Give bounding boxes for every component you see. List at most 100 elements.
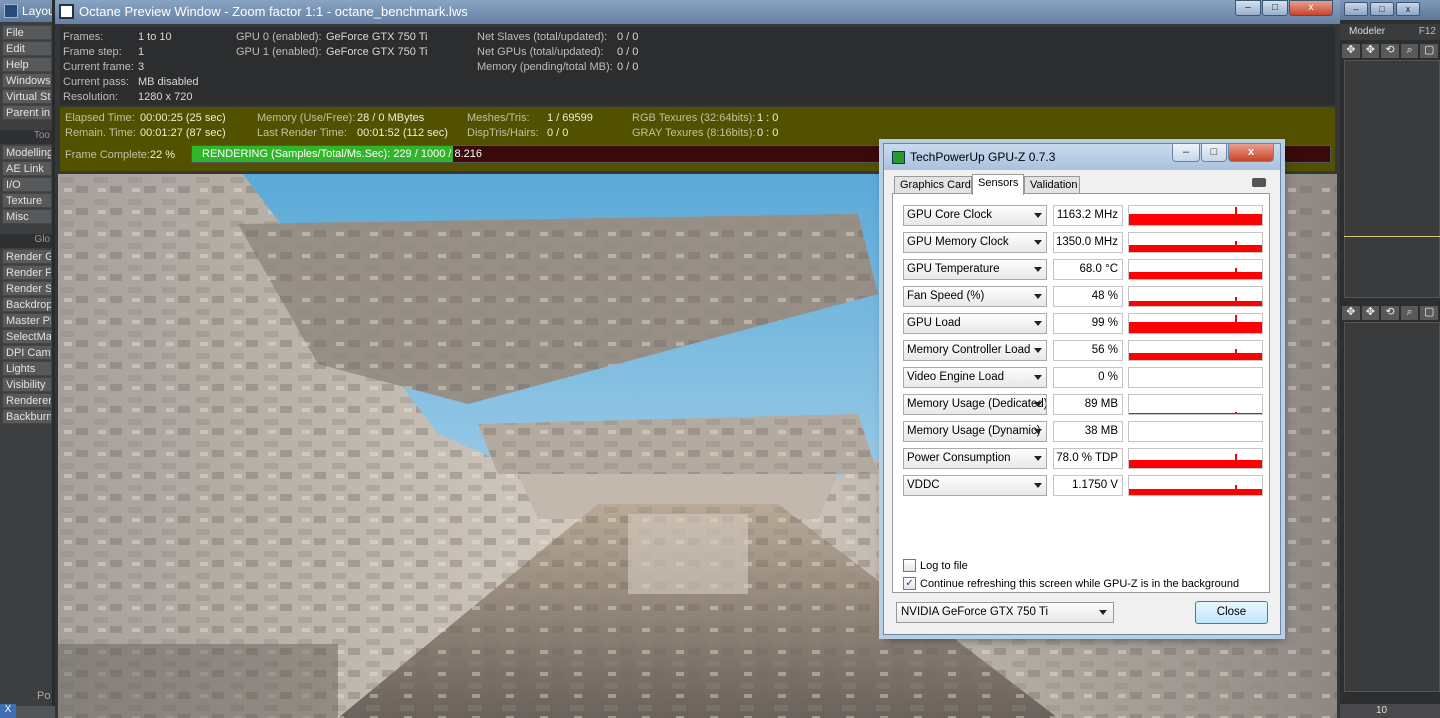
sensor-select[interactable]: Memory Usage (Dynamic): [903, 421, 1047, 442]
remaining-time-label: Remain. Time:: [65, 127, 136, 139]
sensor-select[interactable]: Memory Usage (Dedicated): [903, 394, 1047, 415]
modeler-bar: Modeler F12: [1340, 24, 1440, 40]
modeler-viewport-bottom[interactable]: [1344, 322, 1440, 692]
global-item[interactable]: Backburn: [2, 409, 52, 424]
log-to-file-checkbox[interactable]: [903, 559, 916, 572]
sensor-select[interactable]: GPU Temperature: [903, 259, 1047, 280]
octane-minimize-button[interactable]: –: [1235, 0, 1261, 16]
layout-titlebar: Layout: [0, 0, 52, 22]
global-item[interactable]: Lights: [2, 361, 52, 376]
sensor-graph-fill: [1129, 353, 1262, 360]
sensor-graph: [1128, 448, 1263, 469]
camera-screenshot-icon[interactable]: [1252, 178, 1266, 187]
rotate-icon[interactable]: ⟲: [1381, 44, 1399, 58]
sensor-select[interactable]: GPU Memory Clock: [903, 232, 1047, 253]
remaining-time-value: 00:01:27 (87 sec): [140, 127, 226, 139]
tab-validation[interactable]: Validation: [1024, 176, 1080, 194]
sensor-graph-spike: [1235, 207, 1238, 225]
global-item[interactable]: Renderer: [2, 393, 52, 408]
global-item[interactable]: Visibility: [2, 377, 52, 392]
modeler-label: Modeler: [1349, 26, 1386, 37]
sensor-graph-fill: [1129, 301, 1262, 306]
global-item[interactable]: Backdrop: [2, 297, 52, 312]
net-slaves-value: 0 / 0: [617, 31, 639, 43]
continue-refreshing-checkbox[interactable]: ✓: [903, 577, 916, 590]
modeler-frame-field[interactable]: 10: [1340, 704, 1440, 718]
sensor-name: GPU Memory Clock: [907, 236, 1009, 248]
sensor-row: Memory Controller Load 56 %: [903, 340, 1263, 362]
layout-close-button[interactable]: X: [0, 704, 16, 718]
sensor-value: 1350.0 MHz: [1053, 232, 1123, 253]
viewport-toolbar: ✥ ✥ ⟲ ⌕ ▢: [1342, 306, 1438, 320]
zoom-icon[interactable]: ⌕: [1400, 44, 1419, 58]
sensor-name: Video Engine Load: [907, 371, 1004, 383]
maximize-viewport-icon[interactable]: ▢: [1420, 44, 1438, 58]
tool-misc[interactable]: Misc: [2, 209, 52, 224]
gpuz-maximize-button[interactable]: □: [1201, 144, 1227, 162]
frame-step-label: Frame step:: [63, 46, 122, 58]
frame-complete-label: Frame Complete:: [65, 149, 150, 161]
sensor-select[interactable]: Fan Speed (%): [903, 286, 1047, 307]
log-to-file-option[interactable]: Log to file: [903, 559, 968, 572]
sensor-select[interactable]: Power Consumption: [903, 448, 1047, 469]
pan-icon[interactable]: ✥: [1361, 306, 1380, 320]
sensor-graph-spike: [1235, 297, 1238, 306]
tool-modelling[interactable]: Modelling: [2, 145, 52, 160]
chevron-down-icon: [1034, 348, 1042, 353]
chevron-down-icon: [1034, 321, 1042, 326]
sensor-graph: [1128, 286, 1263, 307]
tab-sensors[interactable]: Sensors: [972, 174, 1024, 195]
sensor-select[interactable]: Memory Controller Load: [903, 340, 1047, 361]
global-item[interactable]: DPI Came: [2, 345, 52, 360]
global-item[interactable]: Render G: [2, 249, 52, 264]
current-frame-label: Current frame:: [63, 61, 134, 73]
move-icon[interactable]: ✥: [1342, 306, 1360, 320]
menu-help[interactable]: Help: [2, 57, 52, 72]
gpuz-minimize-button[interactable]: –: [1172, 144, 1200, 162]
sensors-panel: GPU Core Clock 1163.2 MHz GPU Memory Clo…: [892, 193, 1270, 593]
sensor-graph-spike: [1235, 454, 1238, 468]
modeler-viewport-top[interactable]: [1344, 60, 1440, 298]
global-item[interactable]: SelectMa: [2, 329, 52, 344]
menu-virtual-studio[interactable]: Virtual Stu: [2, 89, 52, 104]
tab-graphics-card[interactable]: Graphics Card: [894, 176, 972, 194]
tool-io[interactable]: I/O: [2, 177, 52, 192]
menu-edit[interactable]: Edit: [2, 41, 52, 56]
sensor-select[interactable]: Video Engine Load: [903, 367, 1047, 388]
sensor-graph-spike: [1235, 485, 1238, 495]
last-render-value: 00:01:52 (112 sec): [357, 127, 448, 139]
global-item[interactable]: Render S: [2, 281, 52, 296]
sensor-select[interactable]: GPU Core Clock: [903, 205, 1047, 226]
move-icon[interactable]: ✥: [1342, 44, 1360, 58]
sensor-name: Fan Speed (%): [907, 290, 985, 302]
tool-ae-link[interactable]: AE Link: [2, 161, 52, 176]
global-item[interactable]: Render Fr: [2, 265, 52, 280]
octane-close-button[interactable]: x: [1289, 0, 1333, 16]
modeler-close-button[interactable]: x: [1396, 2, 1420, 16]
layout-timeline-strip[interactable]: [16, 706, 56, 718]
maximize-viewport-icon[interactable]: ▢: [1420, 306, 1438, 320]
close-button[interactable]: Close: [1195, 601, 1268, 624]
chevron-down-icon: [1034, 267, 1042, 272]
viewport-toolbar: ✥ ✥ ⟲ ⌕ ▢: [1342, 44, 1438, 58]
device-select[interactable]: NVIDIA GeForce GTX 750 Ti: [896, 602, 1114, 623]
zoom-icon[interactable]: ⌕: [1400, 306, 1419, 320]
octane-maximize-button[interactable]: □: [1262, 0, 1288, 16]
menu-windows[interactable]: Windows: [2, 73, 52, 88]
modeler-minimize-button[interactable]: –: [1344, 2, 1368, 16]
tool-texture[interactable]: Texture: [2, 193, 52, 208]
rotate-icon[interactable]: ⟲: [1381, 306, 1399, 320]
gpuz-close-button[interactable]: x: [1228, 144, 1274, 162]
current-pass-value: MB disabled: [138, 76, 199, 88]
menu-file[interactable]: File: [2, 25, 52, 40]
sensor-row: GPU Temperature 68.0 °C: [903, 259, 1263, 281]
menu-parent-in[interactable]: Parent in: [2, 105, 52, 120]
sensor-select[interactable]: GPU Load: [903, 313, 1047, 334]
pan-icon[interactable]: ✥: [1361, 44, 1380, 58]
sensor-select[interactable]: VDDC: [903, 475, 1047, 496]
desktop: { "lightwave": { "title": "Layout", "men…: [0, 0, 1440, 718]
modeler-maximize-button[interactable]: □: [1370, 2, 1394, 16]
global-item[interactable]: Master Pl: [2, 313, 52, 328]
gpuz-window: TechPowerUp GPU-Z 0.7.3 – □ x Graphics C…: [883, 143, 1281, 635]
continue-refreshing-option[interactable]: ✓ Continue refreshing this screen while …: [903, 577, 1239, 590]
